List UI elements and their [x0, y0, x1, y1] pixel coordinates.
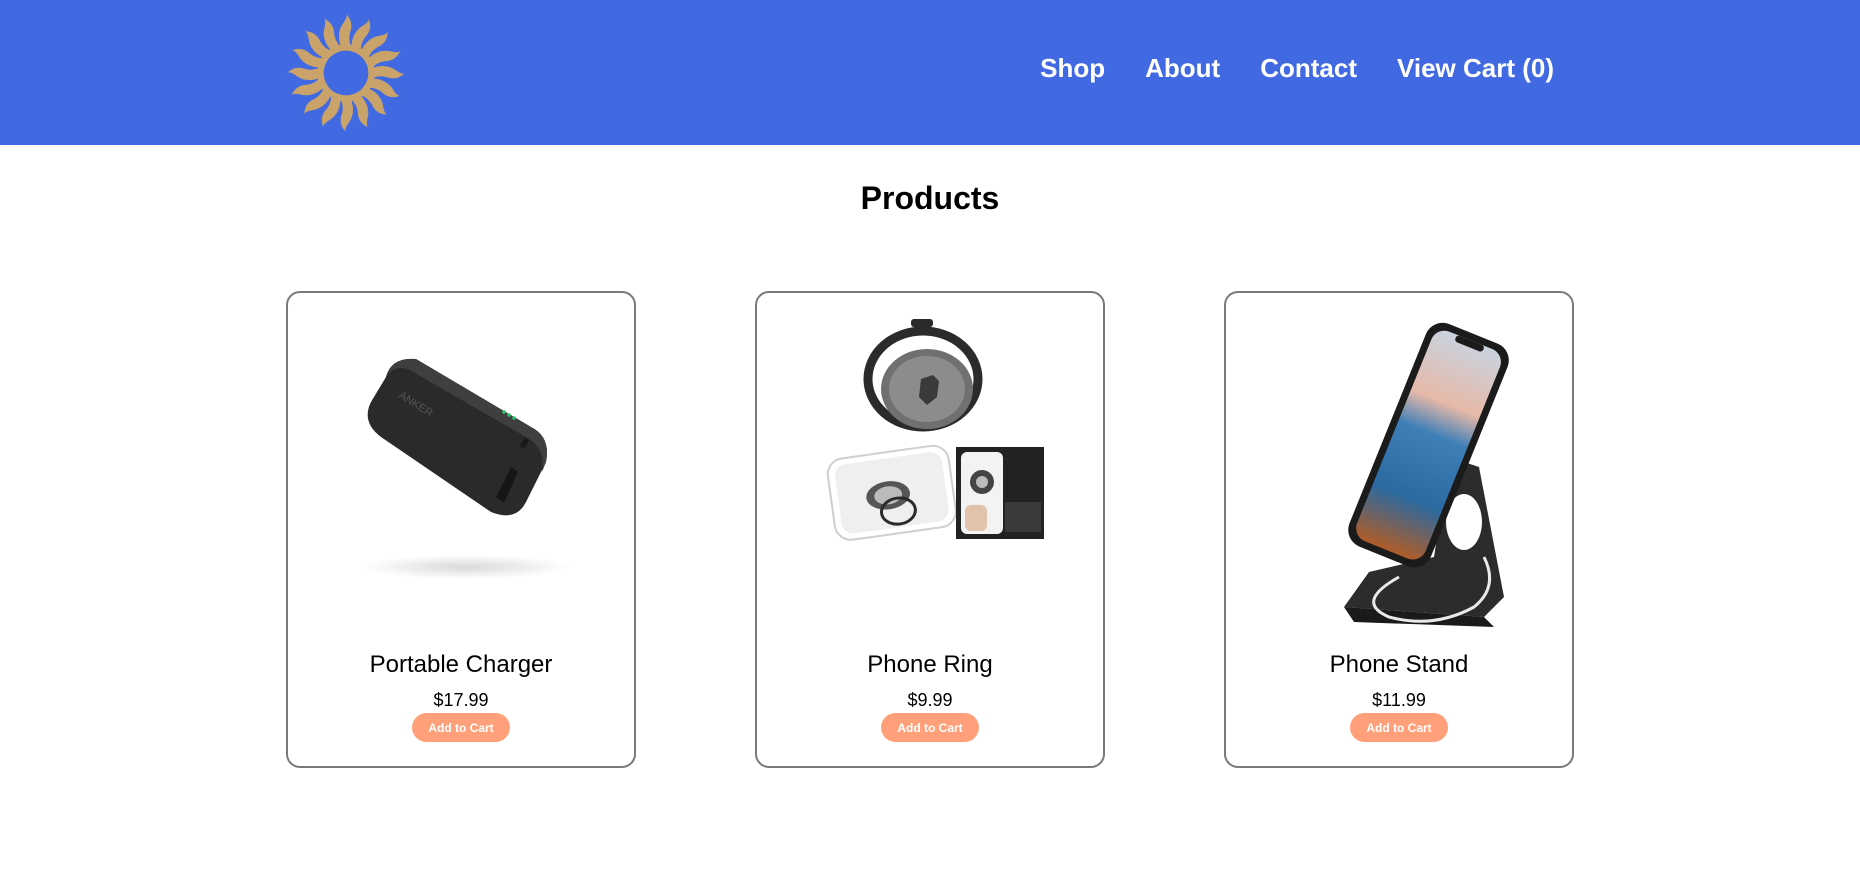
add-to-cart-button[interactable]: Add to Cart — [412, 713, 510, 742]
nav-shop[interactable]: Shop — [1040, 53, 1105, 84]
add-to-cart-button[interactable]: Add to Cart — [881, 713, 979, 742]
phone-ring-image — [826, 319, 1044, 541]
product-name: Phone Ring — [867, 651, 993, 678]
product-name: Phone Stand — [1329, 651, 1469, 678]
sun-logo-icon[interactable] — [285, 12, 407, 134]
site-header: Shop About Contact View Cart (0) — [0, 0, 1860, 145]
phone-stand-image — [1344, 322, 1509, 627]
nav-about[interactable]: About — [1145, 53, 1220, 84]
product-name: Portable Charger — [369, 651, 553, 678]
product-card-phone-ring: Phone Ring $9.99 Add to Cart — [755, 291, 1105, 768]
product-price: $9.99 — [907, 690, 953, 710]
main-nav: Shop About Contact View Cart (0) — [1040, 53, 1554, 84]
portable-charger-image: ANKER — [361, 358, 571, 579]
product-card-phone-stand: Phone Stand $11.99 Add to Cart — [1224, 291, 1574, 768]
product-price: $11.99 — [1372, 690, 1426, 710]
product-card-portable-charger: ANKER Portable Charger $17.99 Add to Car… — [286, 291, 636, 768]
nav-view-cart[interactable]: View Cart (0) — [1397, 53, 1554, 84]
add-to-cart-button[interactable]: Add to Cart — [1350, 713, 1448, 742]
page-title: Products — [860, 180, 1000, 216]
nav-contact[interactable]: Contact — [1260, 53, 1357, 84]
product-price: $17.99 — [433, 690, 489, 710]
